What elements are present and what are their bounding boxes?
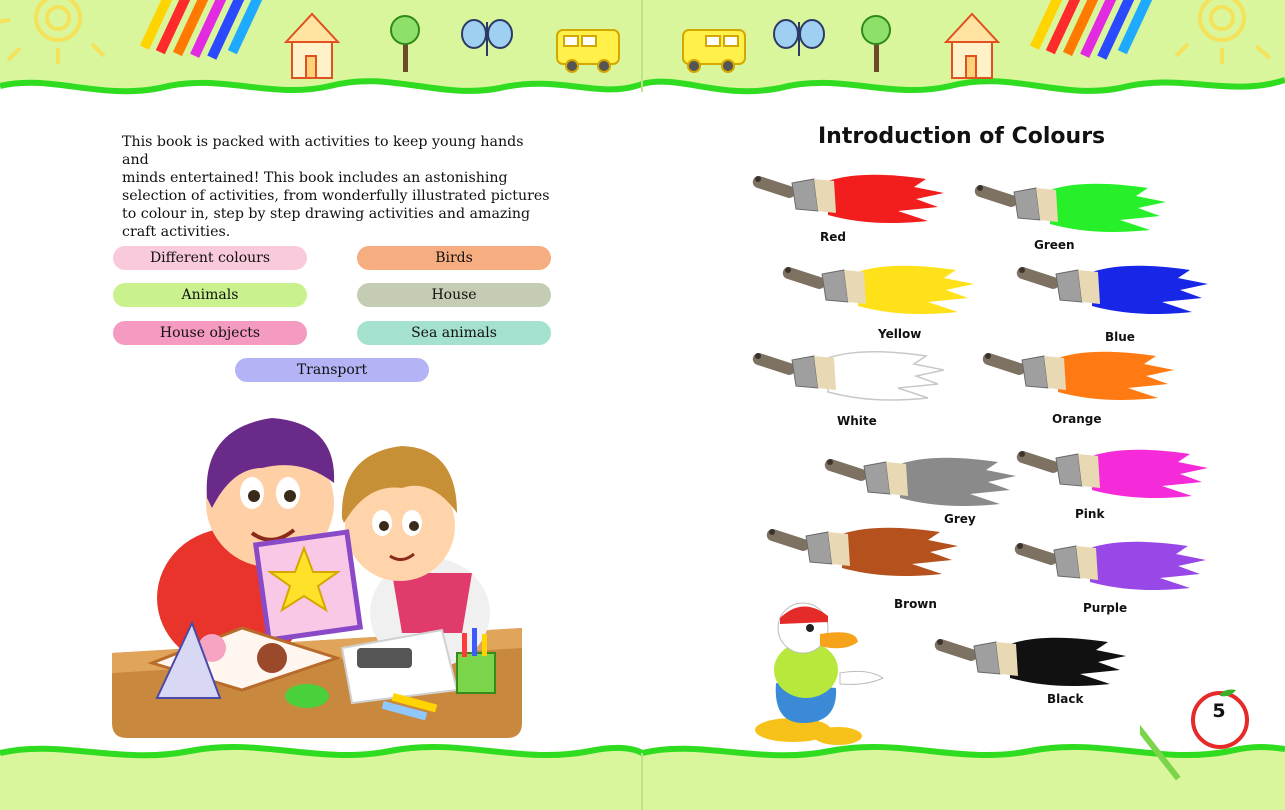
colour-label-blue: Blue [1105,330,1135,344]
intro-line: This book is packed with activities to k… [122,134,524,168]
colour-label-white: White [837,414,877,428]
topic-pill-animals: Animals [113,283,307,307]
colour-label-purple: Purple [1083,601,1128,615]
colour-label-orange: Orange [1052,412,1102,426]
intro-line: minds entertained! This book includes an… [122,170,508,186]
intro-line: to colour in, step by step drawing activ… [122,206,531,222]
topic-pill-different-colours: Different colours [113,246,307,270]
paintbrush-orange-icon [982,351,1174,400]
colour-label-red: Red [820,230,846,244]
paintbrush-pink-icon [1016,449,1208,498]
paintbrush-brown-icon [766,527,958,576]
duck-illustration [755,602,885,745]
intro-line: selection of activities, from wonderfull… [122,188,550,204]
topic-pill-sea-animals: Sea animals [357,321,551,345]
page-number: 5 [1212,700,1226,722]
bottom-decorative-band [0,743,1285,810]
colour-label-pink: Pink [1075,507,1105,521]
paintbrush-purple-icon [1014,541,1206,590]
colour-label-black: Black [1047,692,1084,706]
top-decorative-band [0,0,1285,95]
kids-colouring-illustration [112,418,522,738]
colour-label-brown: Brown [894,597,937,611]
page-title: Introduction of Colours [818,124,1106,149]
colour-label-yellow: Yellow [878,327,922,341]
paintbrush-red-icon [752,174,944,223]
paintbrush-white-icon [752,350,945,401]
paintbrush-green-icon [974,183,1166,232]
topic-pill-house: House [357,283,551,307]
topic-pill-transport: Transport [235,358,429,382]
paintbrush-blue-icon [1016,265,1208,314]
colour-label-green: Green [1034,238,1075,252]
paintbrush-black-icon [934,637,1126,686]
topic-pill-house-objects: House objects [113,321,307,345]
intro-line: craft activities. [122,224,231,240]
paintbrush-grey-icon [824,457,1016,506]
intro-paragraph: This book is packed with activities to k… [122,133,552,241]
topic-pill-birds: Birds [357,246,551,270]
apple-paintbrush-icon [1140,689,1249,781]
paintbrush-yellow-icon [782,265,974,314]
